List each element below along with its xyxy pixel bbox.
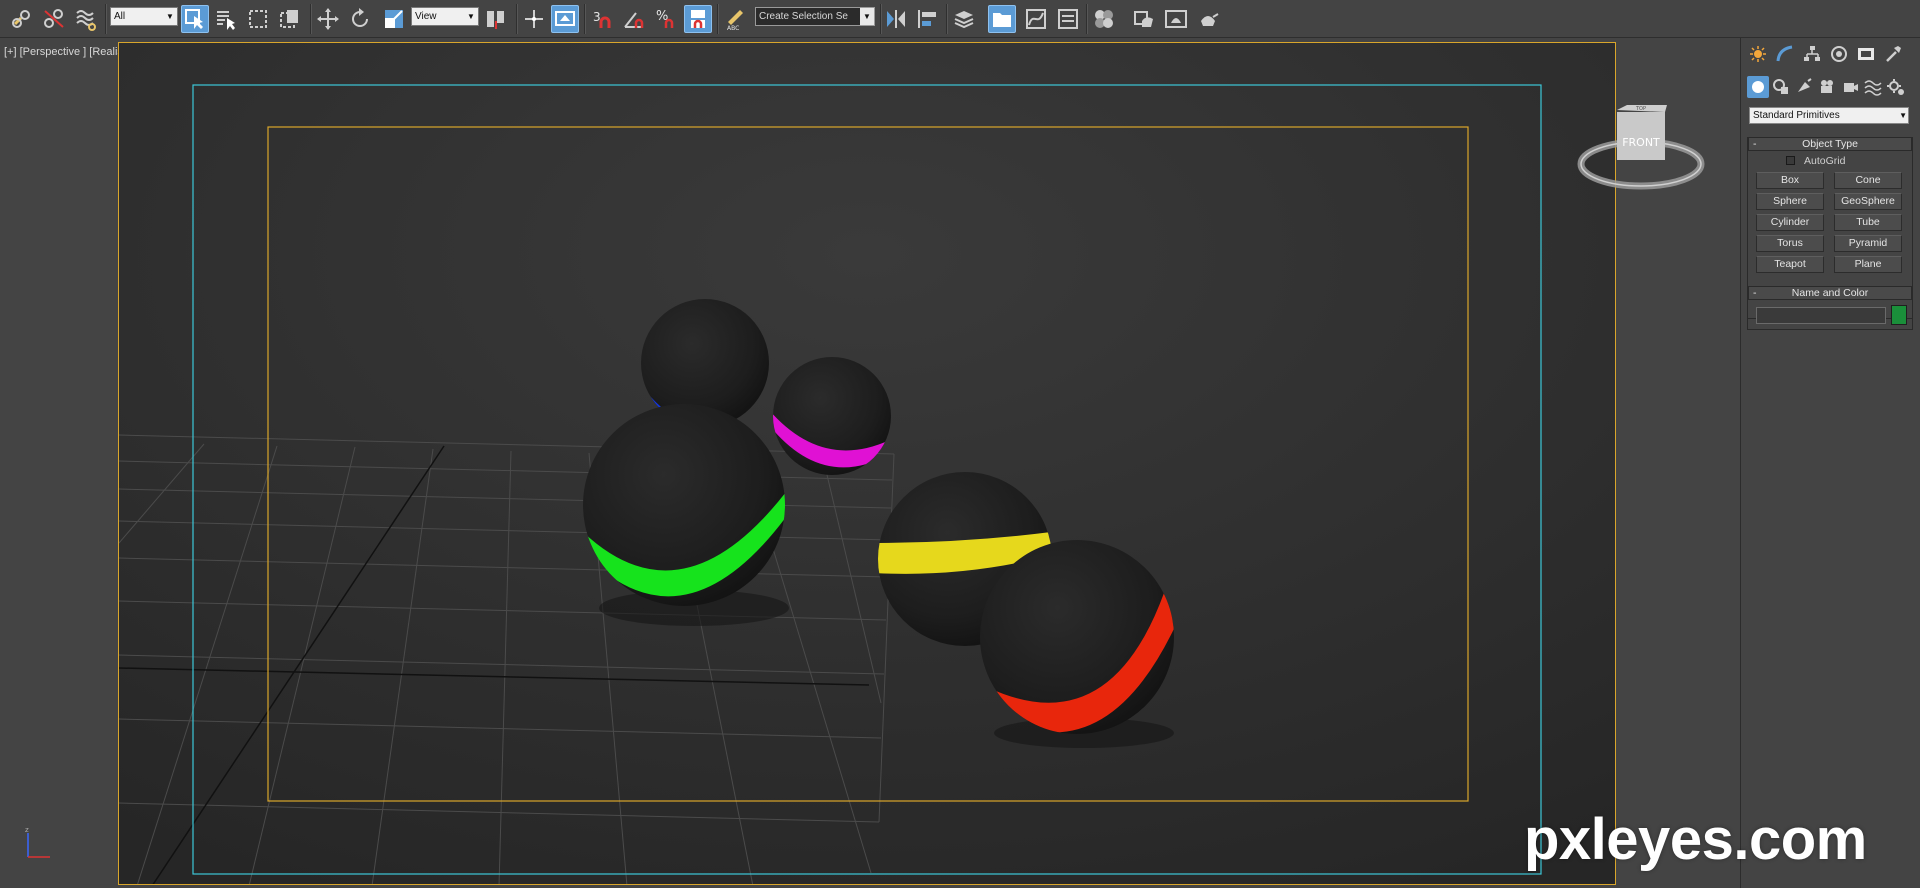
box-button[interactable]: Box (1756, 172, 1824, 189)
cylinder-button[interactable]: Cylinder (1756, 214, 1824, 231)
teapot-button[interactable]: Teapot (1756, 256, 1824, 273)
layer-manager-icon[interactable] (950, 5, 978, 33)
window-crossing-icon[interactable] (276, 5, 304, 33)
modify-tab-icon[interactable] (1774, 43, 1796, 65)
percent-snap-icon[interactable]: % (652, 5, 680, 33)
lights-icon[interactable] (1793, 76, 1815, 98)
main-toolbar: All ▼ View ▼ 3 % ABC Create Selection Se… (0, 0, 1920, 38)
object-name-field[interactable] (1756, 307, 1886, 324)
watermark: pxleyes.com (1524, 807, 1867, 872)
render-production-icon[interactable] (1194, 5, 1222, 33)
scene-explorer-icon[interactable] (988, 5, 1016, 33)
name-and-color-rollout: - Name and Color (1747, 286, 1913, 330)
primitive-category-dropdown[interactable]: Standard Primitives ▼ (1749, 107, 1909, 124)
chevron-down-icon: ▼ (1899, 111, 1907, 120)
select-by-name-icon[interactable] (212, 5, 240, 33)
sphere-button[interactable]: Sphere (1756, 193, 1824, 210)
pyramid-button[interactable]: Pyramid (1834, 235, 1902, 252)
perspective-viewport[interactable] (118, 42, 1616, 885)
cameras-icon[interactable] (1816, 76, 1838, 98)
autogrid-label: AutoGrid (1804, 155, 1846, 167)
shapes-icon[interactable] (1770, 76, 1792, 98)
material-editor-icon[interactable] (1090, 5, 1118, 33)
viewcube[interactable]: TOP FRONT (1574, 100, 1708, 206)
viewcube-top-label: TOP (1635, 106, 1646, 112)
space-warps-icon[interactable] (1862, 76, 1884, 98)
angle-snap-icon[interactable] (620, 5, 648, 33)
object-type-header[interactable]: - Object Type (1748, 137, 1912, 151)
geometry-icon[interactable] (1747, 76, 1769, 98)
name-and-color-header[interactable]: - Name and Color (1748, 286, 1912, 300)
reference-coordinate-dropdown[interactable]: View ▼ (411, 7, 479, 26)
scale-icon[interactable] (380, 5, 408, 33)
svg-text:3: 3 (593, 10, 601, 24)
left-panel-strip (0, 38, 118, 888)
unlink-icon[interactable] (40, 5, 68, 33)
select-object-icon[interactable] (181, 5, 209, 33)
rectangular-selection-icon[interactable] (244, 5, 272, 33)
svg-text:z: z (25, 826, 29, 834)
move-icon[interactable] (314, 5, 342, 33)
schematic-view-icon[interactable] (1054, 5, 1082, 33)
viewcube-front-label: FRONT (1622, 136, 1660, 149)
systems-icon[interactable] (1885, 76, 1907, 98)
hierarchy-tab-icon[interactable] (1801, 43, 1823, 65)
plane-button[interactable]: Plane (1834, 256, 1902, 273)
mirror-icon[interactable] (882, 5, 910, 33)
helpers-icon[interactable] (1839, 76, 1861, 98)
axis-tripod: z (25, 826, 50, 858)
pivot-center-icon[interactable] (482, 5, 510, 33)
torus-button[interactable]: Torus (1756, 235, 1824, 252)
autogrid-checkbox[interactable] (1786, 156, 1795, 165)
utilities-tab-icon[interactable] (1882, 43, 1904, 65)
snaps-toggle-icon[interactable]: 3 (588, 5, 616, 33)
object-color-swatch[interactable] (1891, 305, 1907, 325)
keyboard-shortcut-override-icon[interactable] (551, 5, 579, 33)
command-panel: Standard Primitives ▼ - Object Type AutoGr… (1740, 38, 1920, 888)
bind-space-warp-icon[interactable] (72, 5, 100, 33)
selection-filter-dropdown[interactable]: All ▼ (110, 7, 178, 26)
display-tab-icon[interactable] (1855, 43, 1877, 65)
spinner-snap-icon[interactable] (684, 5, 712, 33)
link-icon[interactable] (8, 5, 36, 33)
cone-button[interactable]: Cone (1834, 172, 1902, 189)
chevron-down-icon: ▼ (464, 8, 478, 25)
create-tab-icon[interactable] (1747, 43, 1769, 65)
render-frame-window-icon[interactable] (1162, 5, 1190, 33)
motion-tab-icon[interactable] (1828, 43, 1850, 65)
chevron-down-icon: ▼ (163, 8, 177, 25)
viewport-scene (119, 43, 1615, 884)
rotate-icon[interactable] (346, 5, 374, 33)
edit-named-selection-icon[interactable]: ABC (721, 5, 749, 33)
select-manipulate-icon[interactable] (520, 5, 548, 33)
named-selection-set-dropdown[interactable]: Create Selection Se ▼ (755, 7, 875, 26)
chevron-down-icon: ▼ (860, 8, 874, 25)
geosphere-button[interactable]: GeoSphere (1834, 193, 1902, 210)
curve-editor-icon[interactable] (1022, 5, 1050, 33)
align-icon[interactable] (914, 5, 942, 33)
render-setup-icon[interactable] (1130, 5, 1158, 33)
svg-text:ABC: ABC (727, 25, 739, 31)
tube-button[interactable]: Tube (1834, 214, 1902, 231)
